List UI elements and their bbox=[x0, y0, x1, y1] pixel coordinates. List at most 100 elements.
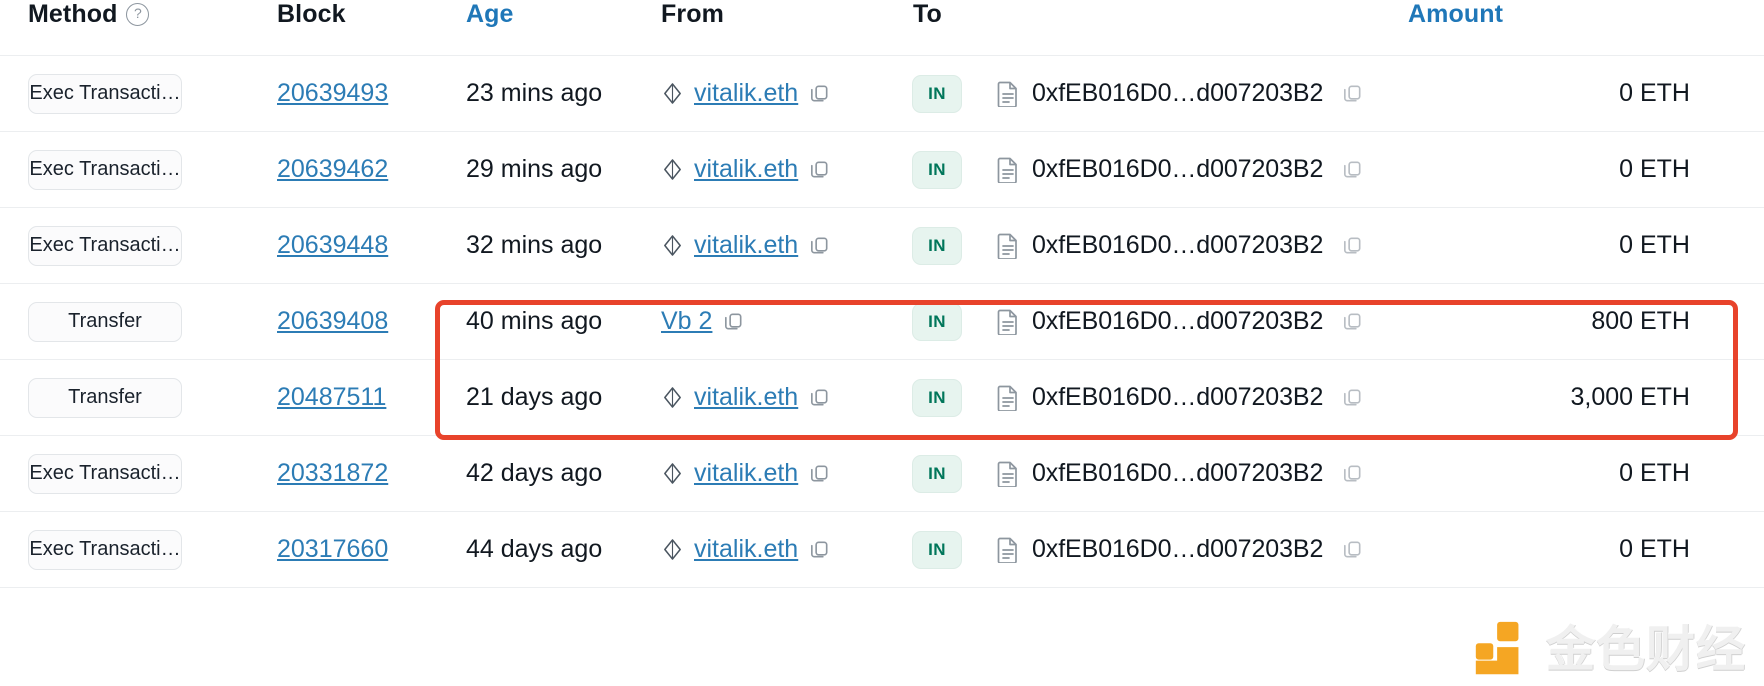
cell-to: IN 0xfEB016D0…d007203B2 bbox=[912, 207, 1408, 284]
direction-badge: IN bbox=[912, 302, 962, 341]
copy-icon[interactable] bbox=[722, 310, 745, 333]
block-link[interactable]: 20639448 bbox=[277, 231, 388, 259]
ethereum-diamond-icon bbox=[664, 235, 681, 256]
cell-to: IN 0xfEB016D0…d007203B2 bbox=[912, 283, 1408, 360]
to-address[interactable]: 0xfEB016D0…d007203B2 bbox=[1032, 535, 1323, 564]
to-address[interactable]: 0xfEB016D0…d007203B2 bbox=[1032, 231, 1323, 260]
contract-document-icon bbox=[997, 385, 1017, 411]
direction-badge: IN bbox=[912, 150, 962, 189]
block-link[interactable]: 20639462 bbox=[277, 155, 388, 183]
column-header-amount-label[interactable]: Amount bbox=[1408, 0, 1503, 29]
from-address-link[interactable]: vitalik.eth bbox=[694, 383, 798, 412]
cell-method: Exec Transacti… bbox=[0, 511, 276, 588]
method-badge[interactable]: Exec Transacti… bbox=[28, 225, 182, 266]
cell-from: Vb 2 bbox=[658, 283, 912, 360]
copy-icon[interactable] bbox=[1341, 462, 1364, 485]
cell-age: 40 mins ago bbox=[466, 283, 658, 360]
copy-icon[interactable] bbox=[808, 538, 831, 561]
copy-icon[interactable] bbox=[1341, 234, 1364, 257]
from-address-link[interactable]: vitalik.eth bbox=[694, 459, 798, 488]
ethereum-diamond-icon bbox=[664, 387, 681, 408]
column-header-block-label: Block bbox=[277, 0, 346, 28]
copy-icon[interactable] bbox=[808, 234, 831, 257]
column-header-from: From bbox=[658, 0, 912, 56]
to-address[interactable]: 0xfEB016D0…d007203B2 bbox=[1032, 307, 1323, 336]
cell-to: IN 0xfEB016D0…d007203B2 bbox=[912, 359, 1408, 436]
cell-from: vitalik.eth bbox=[658, 207, 912, 284]
table-row: Exec Transacti… 20639448 32 mins ago vitali… bbox=[0, 207, 1764, 284]
column-header-age[interactable]: Age bbox=[466, 0, 658, 56]
method-badge[interactable]: Exec Transacti… bbox=[28, 149, 182, 190]
block-link[interactable]: 20331872 bbox=[277, 459, 388, 487]
cell-block: 20639493 bbox=[276, 55, 466, 132]
method-badge[interactable]: Exec Transacti… bbox=[28, 73, 182, 114]
cell-block: 20639448 bbox=[276, 207, 466, 284]
from-address-link[interactable]: vitalik.eth bbox=[694, 79, 798, 108]
help-circle-icon[interactable]: ? bbox=[126, 3, 150, 26]
from-address-link[interactable]: Vb 2 bbox=[661, 307, 712, 336]
cell-block: 20487511 bbox=[276, 359, 466, 436]
cell-block: 20331872 bbox=[276, 435, 466, 512]
block-link[interactable]: 20639408 bbox=[277, 307, 388, 335]
copy-icon[interactable] bbox=[1341, 82, 1364, 105]
column-header-amount[interactable]: Amount bbox=[1408, 0, 1764, 56]
to-address[interactable]: 0xfEB016D0…d007203B2 bbox=[1032, 383, 1323, 412]
copy-icon[interactable] bbox=[808, 462, 831, 485]
table-row: Exec Transacti… 20317660 44 days ago vitali… bbox=[0, 511, 1764, 588]
copy-icon[interactable] bbox=[1341, 310, 1364, 333]
table-header-row: Method ? Block Age From To Amount bbox=[0, 0, 1764, 56]
copy-icon[interactable] bbox=[1341, 158, 1364, 181]
cell-amount: 0 ETH bbox=[1408, 55, 1764, 132]
from-address-link[interactable]: vitalik.eth bbox=[694, 155, 798, 184]
cell-from: vitalik.eth bbox=[658, 359, 912, 436]
column-header-to: To bbox=[912, 0, 1408, 56]
cell-age: 42 days ago bbox=[466, 435, 658, 512]
watermark-text: 金色财经 bbox=[1545, 620, 1746, 678]
method-badge[interactable]: Transfer bbox=[28, 377, 182, 418]
direction-badge: IN bbox=[912, 74, 962, 113]
cell-age: 23 mins ago bbox=[466, 55, 658, 132]
cell-amount: 3,000 ETH bbox=[1408, 359, 1764, 436]
column-header-age-label[interactable]: Age bbox=[466, 0, 514, 29]
to-address[interactable]: 0xfEB016D0…d007203B2 bbox=[1032, 459, 1323, 488]
cell-age: 29 mins ago bbox=[466, 131, 658, 208]
copy-icon[interactable] bbox=[808, 386, 831, 409]
ethereum-diamond-icon bbox=[664, 159, 681, 180]
table-row: Exec Transacti… 20639493 23 mins ago vitali… bbox=[0, 55, 1764, 132]
copy-icon[interactable] bbox=[808, 158, 831, 181]
cell-method: Exec Transacti… bbox=[0, 55, 276, 132]
cell-method: Exec Transacti… bbox=[0, 207, 276, 284]
cell-method: Exec Transacti… bbox=[0, 435, 276, 512]
to-address[interactable]: 0xfEB016D0…d007203B2 bbox=[1032, 79, 1323, 108]
copy-icon[interactable] bbox=[1341, 386, 1364, 409]
direction-badge: IN bbox=[912, 454, 962, 493]
column-header-method: Method ? bbox=[0, 0, 276, 56]
block-link[interactable]: 20317660 bbox=[277, 535, 388, 563]
block-link[interactable]: 20487511 bbox=[277, 383, 386, 411]
from-address-link[interactable]: vitalik.eth bbox=[694, 535, 798, 564]
cell-block: 20639408 bbox=[276, 283, 466, 360]
cell-to: IN 0xfEB016D0…d007203B2 bbox=[912, 511, 1408, 588]
column-header-method-label: Method bbox=[28, 0, 118, 28]
method-badge[interactable]: Exec Transacti… bbox=[28, 529, 182, 570]
direction-badge: IN bbox=[912, 226, 962, 265]
jinse-logo-icon bbox=[1475, 621, 1519, 675]
table-row: Exec Transacti… 20331872 42 days ago vitali… bbox=[0, 435, 1764, 512]
direction-badge: IN bbox=[912, 378, 962, 417]
to-address[interactable]: 0xfEB016D0…d007203B2 bbox=[1032, 155, 1323, 184]
cell-method: Transfer bbox=[0, 359, 276, 436]
cell-amount: 0 ETH bbox=[1408, 207, 1764, 284]
table-row: Transfer 20487511 21 days ago vitalik.eth IN… bbox=[0, 359, 1764, 436]
direction-badge: IN bbox=[912, 530, 962, 569]
method-badge[interactable]: Exec Transacti… bbox=[28, 453, 182, 494]
from-address-link[interactable]: vitalik.eth bbox=[694, 231, 798, 260]
block-link[interactable]: 20639493 bbox=[277, 79, 388, 107]
contract-document-icon bbox=[997, 157, 1017, 183]
copy-icon[interactable] bbox=[1341, 538, 1364, 561]
method-badge[interactable]: Transfer bbox=[28, 301, 182, 342]
table-row: Exec Transacti… 20639462 29 mins ago vitali… bbox=[0, 131, 1764, 208]
copy-icon[interactable] bbox=[808, 82, 831, 105]
transactions-table: Method ? Block Age From To Amount Exec T… bbox=[0, 0, 1764, 588]
cell-amount: 800 ETH bbox=[1408, 283, 1764, 360]
cell-age: 44 days ago bbox=[466, 511, 658, 588]
